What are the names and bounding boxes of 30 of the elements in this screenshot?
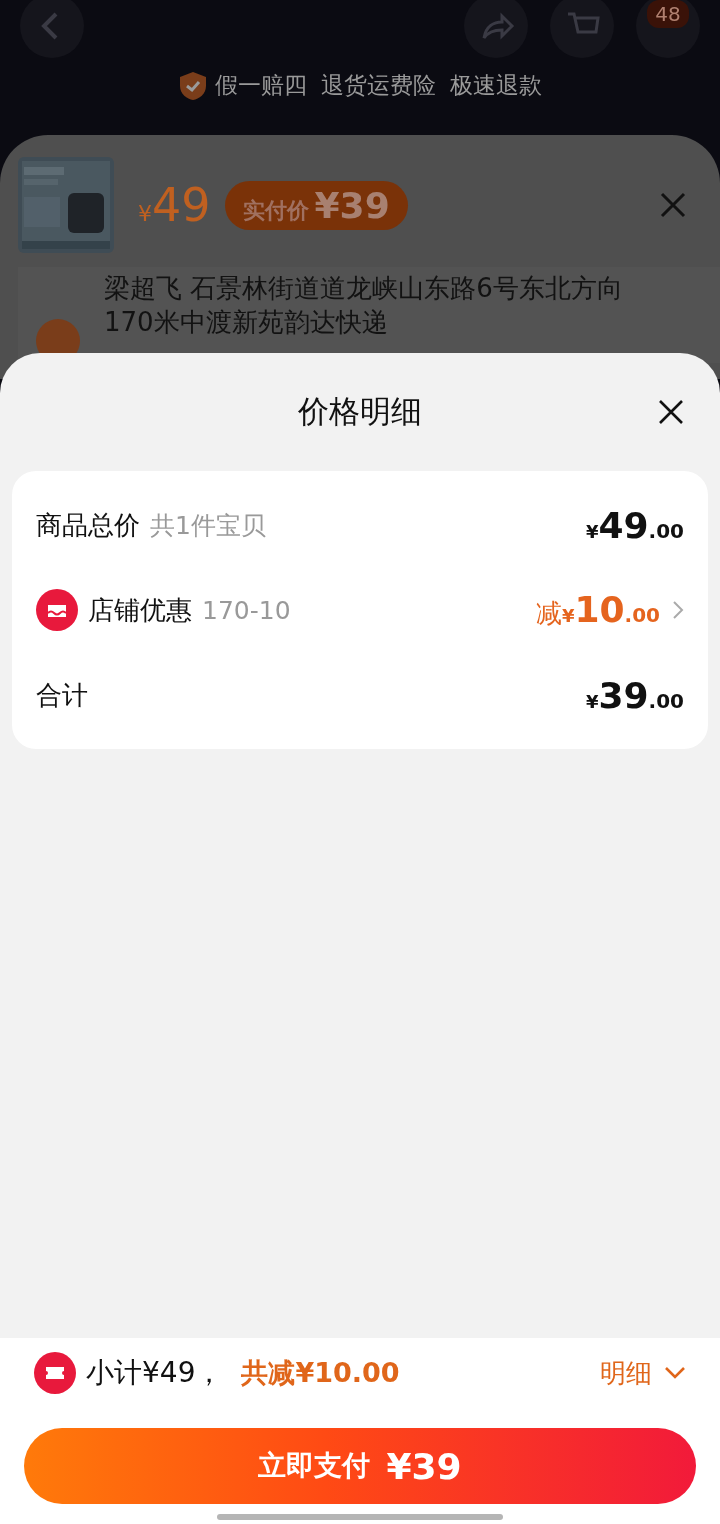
amount: 减¥10.00 [535,589,660,631]
pay-button[interactable]: 立即支付 ¥39 [24,1428,696,1504]
shop-icon [36,589,78,631]
cart-icon[interactable] [550,0,614,58]
share-icon[interactable] [464,0,528,58]
details-toggle[interactable]: 明细 [600,1355,686,1391]
tag-label: 实付价 [242,196,309,225]
chevron-icon [664,1366,686,1380]
cart-badge: 48 [647,0,689,28]
tag-amount: ¥39 [314,184,390,226]
shield-check-icon [178,70,207,101]
chevron-right-icon[interactable] [672,600,684,620]
product-price: 49 [152,178,211,232]
row-label: 商品总价 [36,508,140,542]
ticket-icon [34,1352,76,1394]
subtotal-text: 小计¥49， [86,1355,224,1391]
row-label: 店铺优惠 [88,593,192,627]
row-note: 170-10 [202,595,291,625]
guarantee-label: 极速退款 [449,71,542,100]
back-icon[interactable] [20,0,84,58]
close-icon[interactable] [658,399,684,425]
row-note: 共1件宝贝 [150,509,266,542]
sheet-title: 价格明细 [298,392,422,431]
currency-sign: ¥ [138,201,152,226]
guarantee-label: 退货运费险 [320,71,436,100]
discount-total: 共减¥10.00 [241,1356,400,1390]
amount: ¥49.00 [585,504,684,546]
amount: ¥39.00 [585,674,684,716]
guarantee-label: 假一赔四 [214,71,307,100]
row-label: 合计 [36,678,88,712]
